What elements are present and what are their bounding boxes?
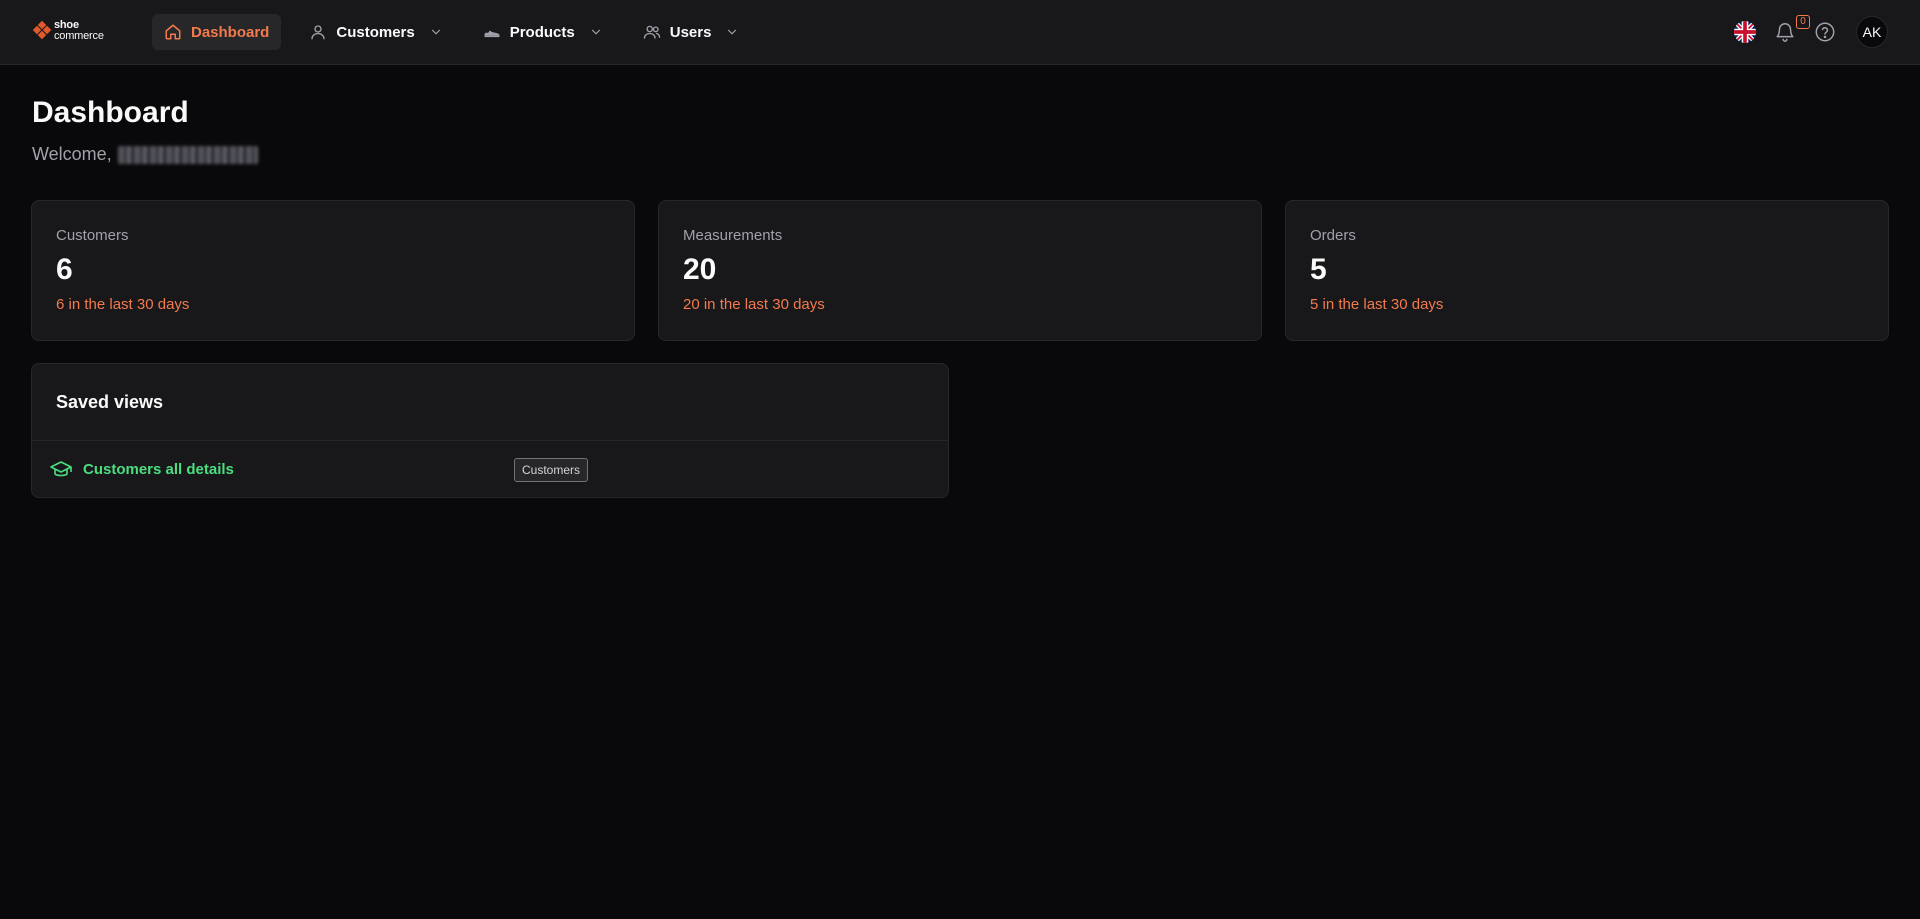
stat-label: Measurements [683,227,783,244]
help-button[interactable] [1814,21,1836,43]
stat-card-customers[interactable]: Customers 6 6 in the last 30 days [31,200,635,341]
nav-item-customers[interactable]: Customers [297,14,454,50]
welcome-text: Welcome, [32,144,112,164]
header-tools: 0 AK [1734,15,1888,48]
saved-views-panel: Saved views Customers all details Custom… [31,363,949,498]
brand-logo[interactable]: shoe commerce [32,19,104,42]
blurred-user-name [117,145,258,164]
chevron-down-icon [725,25,739,39]
main-nav: Dashboard Customers Products Users [152,14,767,50]
saved-view-link[interactable]: Customers all details [83,461,234,478]
notification-count-badge: 0 [1796,15,1810,29]
list-item[interactable]: Customers all details Customers [32,441,948,497]
user-icon [309,23,327,41]
nav-item-products[interactable]: Products [471,14,615,50]
stat-label: Customers [56,227,129,244]
page-title: Dashboard [32,96,189,129]
saved-views-title: Saved views [32,364,948,441]
chevron-down-icon [429,25,443,39]
nav-item-label: Users [669,23,712,41]
stat-subtext: 5 in the last 30 days [1310,296,1444,313]
shoe-icon [483,23,501,41]
stat-card-orders[interactable]: Orders 5 5 in the last 30 days [1285,200,1889,341]
avatar[interactable]: AK [1856,16,1888,48]
stat-value: 20 [683,253,717,286]
stat-value: 6 [56,253,73,286]
nav-item-label: Customers [336,23,415,41]
nav-item-dashboard[interactable]: Dashboard [152,14,282,50]
help-icon [1814,22,1836,47]
welcome-message: Welcome, [32,144,258,165]
stat-label: Orders [1310,227,1356,244]
brand-logo-text: shoe commerce [54,19,104,42]
saved-view-tag: Customers [514,458,589,482]
graduation-cap-icon [49,458,73,482]
home-icon [164,23,182,41]
stat-card-measurements[interactable]: Measurements 20 20 in the last 30 days [658,200,1262,341]
brand-logo-mark [32,20,52,40]
nav-item-users[interactable]: Users [631,14,752,50]
notifications-button[interactable]: 0 [1774,15,1810,43]
stat-subtext: 20 in the last 30 days [683,296,825,313]
users-icon [643,23,661,41]
uk-flag-icon[interactable] [1734,21,1756,43]
nav-item-label: Dashboard [191,23,270,41]
bell-icon [1774,23,1796,47]
top-navigation-bar: shoe commerce Dashboard Customers Produc… [0,0,1920,65]
chevron-down-icon [589,25,603,39]
stat-value: 5 [1310,253,1327,286]
nav-item-label: Products [509,23,575,41]
stat-subtext: 6 in the last 30 days [56,296,190,313]
